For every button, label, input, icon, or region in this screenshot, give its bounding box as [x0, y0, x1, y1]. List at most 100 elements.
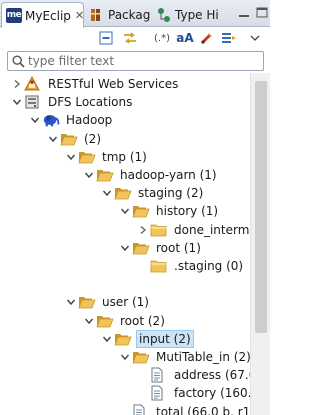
- tree-row-label: address (67.0: [174, 368, 250, 383]
- tree-row-label: total (66.0 b, r1): [156, 404, 250, 415]
- tree-twisty-empty: [136, 366, 150, 384]
- folder-open-icon: [78, 149, 96, 165]
- file-icon: [150, 367, 168, 383]
- working-set-icon[interactable]: [198, 29, 216, 47]
- chevron-down-icon[interactable]: [118, 239, 132, 257]
- tree-row[interactable]: RESTful Web Services: [10, 75, 180, 93]
- chevron-down-icon[interactable]: [118, 348, 132, 366]
- tab-type-hierarchy[interactable]: Type Hi: [152, 2, 236, 27]
- tree-row[interactable]: Hadoop: [28, 111, 114, 129]
- tree-twisty-empty: [118, 403, 132, 415]
- tree-row[interactable]: address (67.0: [136, 366, 250, 384]
- view-menu-icon[interactable]: [220, 29, 238, 47]
- chevron-down-icon[interactable]: [118, 202, 132, 220]
- filter-box: [7, 51, 264, 71]
- tree-row-label: history (1): [156, 204, 219, 219]
- hadoop-elephant-icon: [42, 112, 60, 128]
- dfs-locations-icon: [24, 94, 42, 110]
- project-tree: RESTful Web Services DFS Locations Hadoop (…: [0, 73, 250, 415]
- file-icon: [132, 404, 150, 415]
- chevron-down-icon[interactable]: [82, 312, 96, 330]
- file-icon: [150, 385, 168, 401]
- tree-row-label: hadoop-yarn (1): [120, 168, 217, 182]
- tree-row-label: RESTful Web Services: [48, 77, 179, 91]
- tree-twisty-empty: [136, 384, 150, 402]
- tree-row-label: root (2): [120, 313, 165, 328]
- tab-label: Type Hi: [175, 7, 219, 22]
- tab-label: Packag: [108, 7, 151, 22]
- tree-row[interactable]: history (1): [118, 202, 220, 220]
- tree-row-label: factory (160.0: [174, 386, 250, 401]
- tree-row[interactable]: root (2): [82, 312, 167, 330]
- tree-row-label: staging (2): [138, 186, 204, 201]
- tree-row-label: input (2): [136, 329, 194, 348]
- vertical-scrollbar[interactable]: [250, 73, 270, 415]
- chevron-down-icon[interactable]: [100, 184, 114, 202]
- tree-row[interactable]: total (66.0 b, r1): [118, 403, 250, 415]
- folder-open-icon: [60, 131, 78, 147]
- tree-row[interactable]: MutiTable_in (2): [118, 348, 250, 366]
- folder-open-icon: [96, 167, 114, 183]
- chevron-down-icon[interactable]: [64, 148, 78, 166]
- tree-row[interactable]: DFS Locations: [10, 93, 134, 111]
- myeclipse-icon: me: [6, 7, 22, 24]
- view-tab-bar: me MyEclip ✕ Packag Type Hi: [0, 0, 270, 28]
- close-icon[interactable]: ✕: [75, 9, 83, 22]
- tree-row-label: DFS Locations: [48, 95, 133, 110]
- tree-row-label: user (1): [102, 295, 149, 310]
- tree-row[interactable]: done_interm: [136, 221, 250, 239]
- folder-open-icon: [132, 240, 150, 256]
- chevron-down-icon[interactable]: [46, 130, 60, 148]
- maximize-icon[interactable]: [256, 7, 268, 22]
- tab-myeclipse[interactable]: me MyEclip ✕: [1, 2, 84, 28]
- folder-closed-icon: [150, 222, 168, 238]
- tree-row-label: root (1): [156, 240, 201, 255]
- tree-row-label: done_interm: [174, 222, 250, 237]
- chevron-down-icon[interactable]: [10, 93, 24, 111]
- tree-row[interactable]: factory (160.0: [136, 384, 250, 402]
- view-toolbar: (.*) aA: [0, 27, 270, 49]
- chevron-down-icon[interactable]: [82, 166, 96, 184]
- type-hierarchy-icon: [156, 7, 172, 23]
- scrollbar-thumb[interactable]: [255, 81, 267, 333]
- folder-open-icon: [114, 331, 132, 347]
- folder-open-icon: [114, 185, 132, 201]
- filter-input[interactable]: [28, 54, 256, 68]
- tree-row[interactable]: tmp (1): [64, 148, 149, 166]
- tree-row[interactable]: hadoop-yarn (1): [82, 166, 219, 184]
- search-icon: [8, 52, 28, 70]
- folder-closed-icon: [150, 258, 168, 274]
- tree-row[interactable]: root (1): [118, 239, 203, 257]
- tree-row[interactable]: (2): [46, 130, 103, 148]
- chevron-down-icon[interactable]: [100, 330, 114, 348]
- tab-package-explorer[interactable]: Packag: [85, 2, 151, 27]
- link-with-editor-icon[interactable]: [121, 29, 139, 47]
- folder-open-icon: [96, 313, 114, 329]
- filter-regex-icon[interactable]: (.*): [151, 29, 173, 47]
- tab-label: MyEclip: [25, 8, 71, 23]
- tree-row[interactable]: .staging (0): [136, 257, 245, 275]
- chevron-right-icon[interactable]: [10, 75, 24, 93]
- collapse-all-icon[interactable]: [97, 29, 115, 47]
- rest-services-icon: [24, 76, 42, 92]
- folder-open-icon: [132, 203, 150, 219]
- tree-row-label: (2): [84, 131, 101, 146]
- tree-row-label: .staging (0): [174, 259, 244, 273]
- view-controls: [238, 6, 268, 22]
- tree-twisty-empty: [136, 257, 150, 275]
- tree-row[interactable]: input (2): [100, 329, 194, 348]
- tree-row-label: MutiTable_in (2): [156, 350, 250, 364]
- tree-row-label: tmp (1): [102, 149, 147, 164]
- folder-open-icon: [132, 349, 150, 365]
- dropdown-icon[interactable]: [246, 29, 264, 47]
- tree-row[interactable]: user (1): [64, 293, 151, 311]
- chevron-down-icon[interactable]: [64, 293, 78, 311]
- tree-row-label: Hadoop: [66, 113, 113, 128]
- package-explorer-icon: [89, 7, 105, 23]
- chevron-right-icon[interactable]: [136, 221, 150, 239]
- tree-row[interactable]: staging (2): [100, 184, 205, 202]
- minimize-icon[interactable]: [238, 7, 250, 22]
- font-aa-icon[interactable]: aA: [175, 29, 195, 47]
- folder-open-icon: [78, 294, 96, 310]
- chevron-down-icon[interactable]: [28, 111, 42, 129]
